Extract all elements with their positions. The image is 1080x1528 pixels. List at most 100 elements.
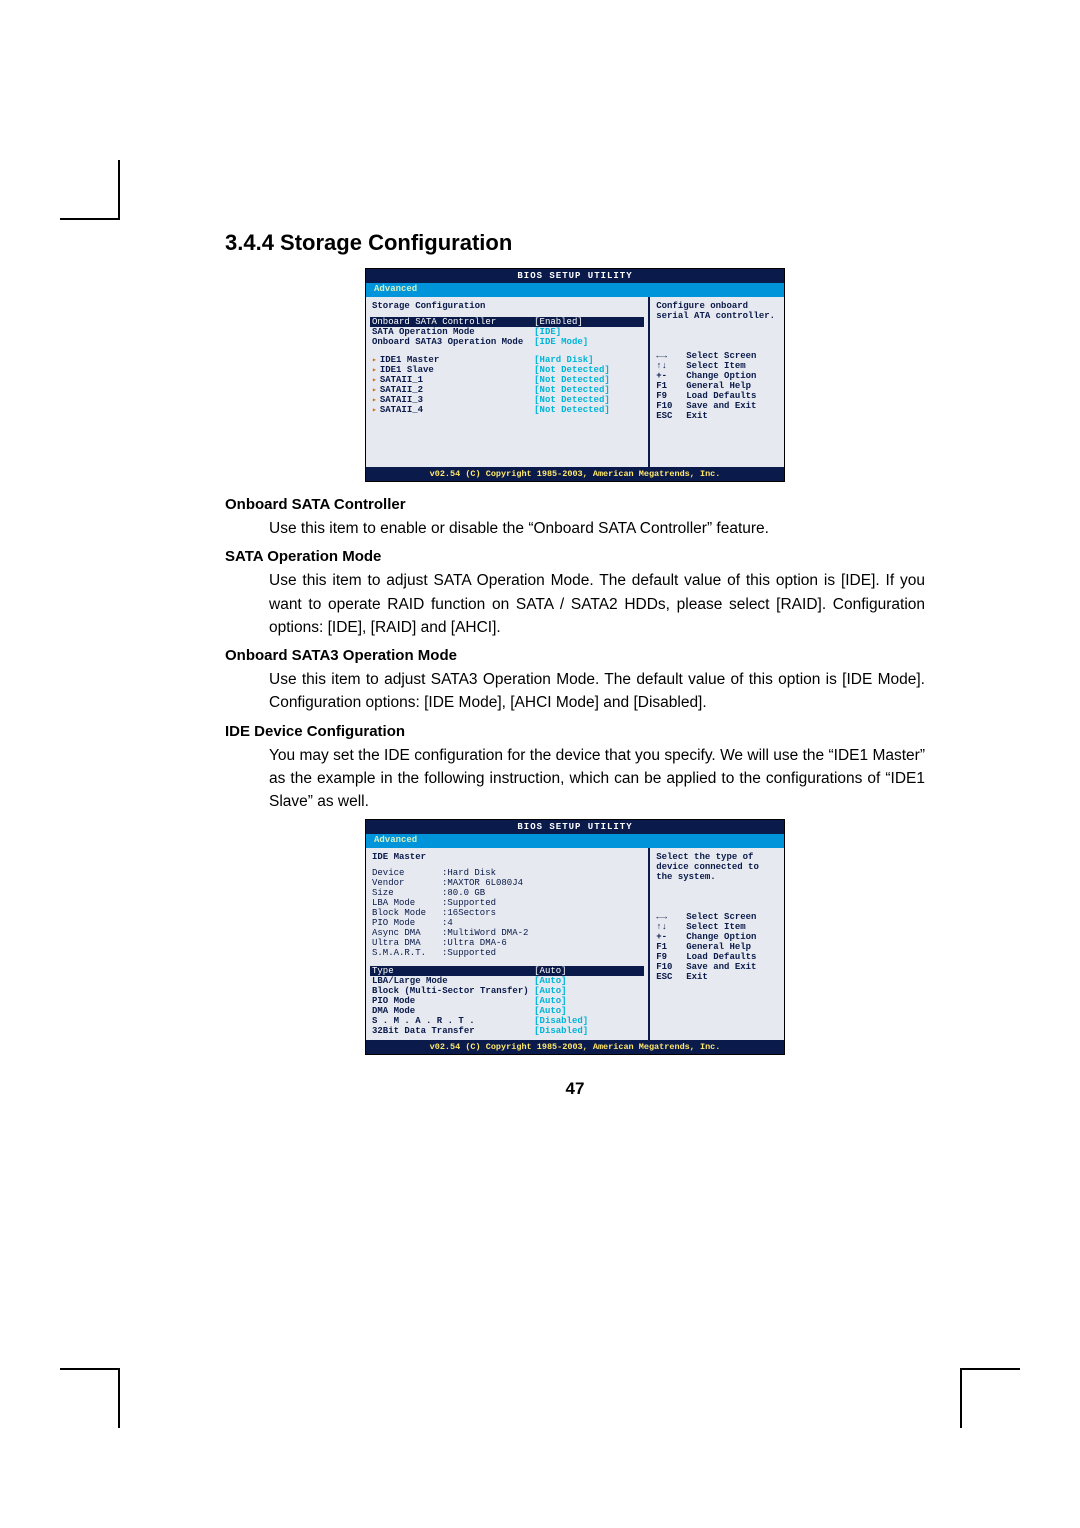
bios-option-value: [Auto] [534, 976, 642, 986]
bios-key-hint: F10Save and Exit [656, 401, 778, 411]
bios-screenshot-storage: BIOS SETUP UTILITY Advanced Storage Conf… [365, 268, 785, 482]
bios-key: F1 [656, 381, 686, 391]
bios-info-value: :Supported [442, 948, 496, 958]
bios-info-value: :MAXTOR 6L080J4 [442, 878, 523, 888]
bios-drive-key: SATAII_3 [372, 395, 534, 405]
bios-info-value: :Hard Disk [442, 868, 496, 878]
bios-info-key: Vendor [372, 878, 442, 888]
bios-key-hint: F9Load Defaults [656, 391, 778, 401]
bios-key-hint: ESCExit [656, 411, 778, 421]
bios-info-key: PIO Mode [372, 918, 442, 928]
item-title: IDE Device Configuration [225, 723, 925, 740]
bios-option-value: [Auto] [534, 1006, 642, 1016]
bios-option-row: 32Bit Data Transfer[Disabled] [372, 1026, 642, 1036]
bios-drive-row: IDE1 Master[Hard Disk] [372, 355, 642, 365]
bios-tab-bar: Advanced [366, 283, 784, 297]
bios-info-key: Async DMA [372, 928, 442, 938]
bios-option-key: LBA/Large Mode [372, 976, 534, 986]
bios-key-legend: ←→Select Screen↑↓Select Item+-Change Opt… [656, 351, 778, 421]
bios-option-row: DMA Mode[Auto] [372, 1006, 642, 1016]
bios-info-key: S.M.A.R.T. [372, 948, 442, 958]
bios-option-key: S . M . A . R . T . [372, 1016, 534, 1026]
bios-info-value: :MultiWord DMA-2 [442, 928, 528, 938]
bios-option-key: Block (Multi-Sector Transfer) [372, 986, 534, 996]
bios-info-row: Device:Hard Disk [372, 868, 642, 878]
bios-title: BIOS SETUP UTILITY [366, 820, 784, 834]
bios-drive-value: [Not Detected] [534, 375, 642, 385]
bios-key: ←→ [656, 351, 686, 361]
bios-option-row: Onboard SATA3 Operation Mode[IDE Mode] [372, 337, 642, 347]
bios-key: F9 [656, 391, 686, 401]
bios-drive-value: [Not Detected] [534, 395, 642, 405]
bios-key-action: Load Defaults [686, 391, 756, 401]
item-body: Use this item to adjust SATA Operation M… [269, 569, 925, 639]
bios-key-action: Change Option [686, 371, 756, 381]
bios-footer: v02.54 (C) Copyright 1985-2003, American… [366, 1040, 784, 1054]
bios-left-pane: Storage Configuration Onboard SATA Contr… [366, 297, 650, 467]
bios-option-row: SATA Operation Mode[IDE] [372, 327, 642, 337]
item-body: Use this item to enable or disable the “… [269, 517, 925, 540]
bios-key: ↑↓ [656, 361, 686, 371]
bios-key-action: Save and Exit [686, 962, 756, 972]
item-title: Onboard SATA Controller [225, 496, 925, 513]
bios-key-hint: F10Save and Exit [656, 962, 778, 972]
bios-option-row: LBA/Large Mode[Auto] [372, 976, 642, 986]
bios-option-value: [Auto] [534, 996, 642, 1006]
bios-tab-advanced: Advanced [366, 283, 425, 297]
bios-key-action: Select Screen [686, 912, 756, 922]
item-title: Onboard SATA3 Operation Mode [225, 647, 925, 664]
bios-key: ←→ [656, 912, 686, 922]
bios-option-row: Onboard SATA Controller[Enabled] [370, 317, 644, 327]
bios-drive-row: IDE1 Slave[Not Detected] [372, 365, 642, 375]
bios-tab-advanced: Advanced [366, 834, 425, 848]
bios-key: F10 [656, 962, 686, 972]
bios-pane-heading: Storage Configuration [372, 301, 642, 311]
bios-info-key: LBA Mode [372, 898, 442, 908]
page-number: 47 [225, 1079, 925, 1099]
bios-option-value: [Disabled] [534, 1016, 642, 1026]
bios-drive-row: SATAII_4[Not Detected] [372, 405, 642, 415]
bios-left-pane: IDE Master Device:Hard DiskVendor:MAXTOR… [366, 848, 650, 1040]
bios-key-action: Save and Exit [686, 401, 756, 411]
item-body: You may set the IDE configuration for th… [269, 744, 925, 814]
bios-info-key: Block Mode [372, 908, 442, 918]
item-body: Use this item to adjust SATA3 Operation … [269, 668, 925, 715]
bios-drive-key: SATAII_2 [372, 385, 534, 395]
bios-info-row: LBA Mode:Supported [372, 898, 642, 908]
bios-tab-bar: Advanced [366, 834, 784, 848]
bios-info-value: :16Sectors [442, 908, 496, 918]
bios-key-action: Exit [686, 972, 708, 982]
section-heading: 3.4.4 Storage Configuration [225, 230, 925, 256]
bios-option-key: PIO Mode [372, 996, 534, 1006]
bios-key-action: Load Defaults [686, 952, 756, 962]
bios-option-row: Block (Multi-Sector Transfer)[Auto] [372, 986, 642, 996]
bios-help-pane: Configure onboard serial ATA controller.… [650, 297, 784, 467]
bios-option-value: [IDE] [534, 327, 642, 337]
bios-option-key: 32Bit Data Transfer [372, 1026, 534, 1036]
bios-key: ↑↓ [656, 922, 686, 932]
crop-mark [60, 1368, 120, 1428]
bios-key: ESC [656, 411, 686, 421]
bios-info-row: Size:80.0 GB [372, 888, 642, 898]
bios-key-action: General Help [686, 381, 751, 391]
item-title: SATA Operation Mode [225, 548, 925, 565]
bios-key: F1 [656, 942, 686, 952]
bios-key-action: Select Item [686, 922, 745, 932]
bios-info-row: Ultra DMA:Ultra DMA-6 [372, 938, 642, 948]
crop-mark [60, 160, 120, 220]
bios-screenshot-ide-master: BIOS SETUP UTILITY Advanced IDE Master D… [365, 819, 785, 1055]
bios-key: F9 [656, 952, 686, 962]
bios-key: +- [656, 932, 686, 942]
bios-info-key: Device [372, 868, 442, 878]
bios-key-hint: F1General Help [656, 381, 778, 391]
bios-drive-key: SATAII_1 [372, 375, 534, 385]
bios-key-hint: F1General Help [656, 942, 778, 952]
bios-title: BIOS SETUP UTILITY [366, 269, 784, 283]
bios-help-text: Configure onboard serial ATA controller. [656, 301, 778, 321]
page-content: 3.4.4 Storage Configuration BIOS SETUP U… [225, 230, 925, 1099]
bios-key-action: Exit [686, 411, 708, 421]
bios-info-key: Ultra DMA [372, 938, 442, 948]
bios-help-pane: Select the type of device connected to t… [650, 848, 784, 1040]
bios-key-action: General Help [686, 942, 751, 952]
bios-drive-value: [Not Detected] [534, 405, 642, 415]
